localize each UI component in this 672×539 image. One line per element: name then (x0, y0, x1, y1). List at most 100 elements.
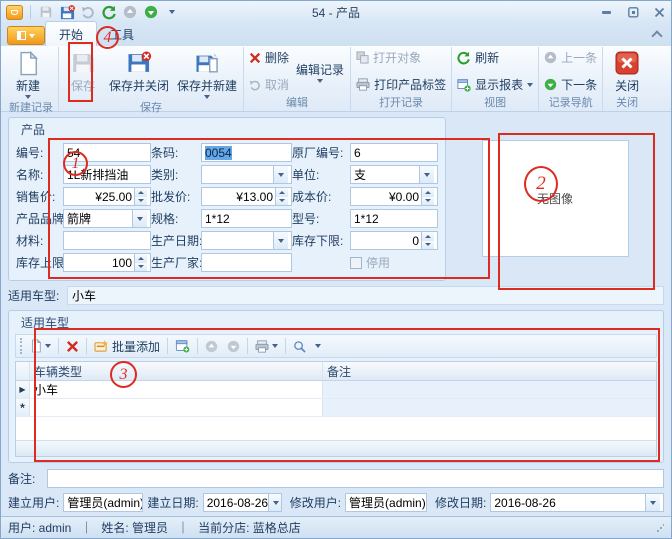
barcode-input[interactable]: 0054 (201, 143, 292, 162)
stock-min-input[interactable]: 0 (350, 231, 438, 250)
cancel-button[interactable]: 取消 (247, 75, 291, 94)
wholesale-price-label: 批发价: (151, 188, 201, 205)
form-body: 产品 编号: 54 条码: 0054 原厂编号: 6 名称: 1L新排挡油 类别… (1, 112, 671, 512)
qat-customize-icon[interactable] (164, 4, 180, 20)
brand-combobox[interactable]: 箭牌 (63, 209, 151, 228)
spinner[interactable] (275, 188, 288, 205)
undo-icon[interactable] (80, 4, 96, 20)
unit-combobox[interactable]: 支 (350, 165, 438, 184)
cell-remark[interactable] (323, 381, 656, 398)
grid-horizontal-scrollbar[interactable] (16, 440, 656, 456)
cost-price-input[interactable]: ¥0.00 (350, 187, 438, 206)
save-button[interactable]: 保存 (62, 48, 104, 99)
close-button[interactable]: 关闭 (606, 48, 648, 94)
next-record-icon[interactable] (143, 4, 159, 20)
collapse-ribbon-icon[interactable] (651, 30, 662, 41)
cell-remark[interactable] (323, 399, 656, 416)
divider (247, 338, 248, 354)
delete-button[interactable]: 删除 (247, 48, 291, 67)
status-bar: 用户: admin ｜ 姓名: 管理员 ｜ 当前分店: 蓝格总店 (1, 516, 671, 538)
cell-vehicle-type[interactable] (30, 399, 323, 416)
stock-max-label: 库存上限: (16, 254, 63, 271)
chevron-down-icon (317, 79, 323, 83)
spinner[interactable] (421, 188, 434, 205)
remark-input[interactable] (47, 469, 664, 488)
chevron-down-icon[interactable] (132, 210, 147, 227)
save-close-button[interactable]: 保存并关闭 (106, 48, 172, 99)
chevron-down-icon[interactable] (645, 494, 660, 511)
group-label: 编辑 (247, 94, 347, 112)
next-record-button[interactable]: 下一条 (542, 75, 599, 94)
select-vehicle-type-button[interactable] (173, 338, 192, 354)
delete-row-button[interactable] (64, 339, 81, 354)
modified-by-combobox[interactable]: 管理员(admin) (345, 493, 427, 512)
maximize-button[interactable] (626, 6, 640, 18)
chevron-down-icon[interactable] (268, 494, 282, 511)
show-report-button[interactable]: 显示报表 (455, 75, 535, 94)
group-label: 视图 (455, 94, 535, 112)
cell-vehicle-type[interactable]: 小车 (30, 381, 323, 398)
report-icon (457, 78, 471, 92)
modified-by-label: 修改用户: (290, 494, 341, 511)
category-combobox[interactable] (201, 165, 292, 184)
add-row-button[interactable] (28, 338, 53, 354)
print-label-button[interactable]: 打印产品标签 (354, 75, 448, 94)
resize-grip[interactable] (656, 524, 664, 532)
spinner[interactable] (421, 232, 434, 249)
column-header-remark[interactable]: 备注 (323, 362, 656, 380)
save-new-button[interactable]: 保存并新建 (174, 48, 240, 99)
spec-input[interactable]: 1*12 (201, 209, 292, 228)
oem-no-label: 原厂编号: (292, 144, 350, 161)
refresh-icon[interactable] (101, 4, 117, 20)
product-image-panel[interactable]: 无图像 (446, 117, 664, 281)
new-row[interactable]: * (16, 399, 656, 417)
sale-price-input[interactable]: ¥25.00 (63, 187, 151, 206)
prev-record-icon[interactable] (122, 4, 138, 20)
wholesale-price-input[interactable]: ¥13.00 (201, 187, 292, 206)
refresh-button[interactable]: 刷新 (455, 48, 535, 67)
stock-max-input[interactable]: 100 (63, 253, 151, 272)
column-header-vehicle-type[interactable]: 车辆类型 (30, 362, 323, 380)
open-object-button[interactable]: 打开对象 (354, 48, 448, 67)
chevron-down-icon[interactable] (419, 166, 434, 183)
oem-no-input[interactable]: 6 (350, 143, 438, 162)
applies-value-field[interactable]: 小车 (67, 286, 664, 305)
material-input[interactable] (63, 231, 151, 250)
application-menu-button[interactable] (7, 26, 45, 45)
tab-tools[interactable]: 工具 (97, 22, 147, 46)
new-button[interactable]: 新建 (7, 48, 49, 99)
app-icon[interactable] (6, 5, 23, 20)
code-input[interactable]: 54 (63, 143, 151, 162)
modified-on-combobox[interactable]: 2016-08-26 (490, 493, 664, 512)
save-icon[interactable] (38, 4, 54, 20)
move-down-button[interactable] (225, 339, 242, 354)
ribbon-group-view: 刷新 显示报表 视图 (452, 47, 539, 111)
name-input[interactable]: 1L新排挡油 (63, 165, 151, 184)
save-close-icon[interactable] (59, 4, 75, 20)
spinner[interactable] (134, 254, 147, 271)
model-input[interactable]: 1*12 (350, 209, 438, 228)
toolbar-more-button[interactable] (313, 343, 323, 349)
close-window-button[interactable] (652, 6, 666, 18)
manufacturer-input[interactable] (201, 253, 292, 272)
minimize-button[interactable] (600, 6, 614, 18)
created-on-combobox[interactable]: 2016-08-26 (203, 493, 282, 512)
table-row[interactable]: ▶ 小车 (16, 381, 656, 399)
batch-add-button[interactable]: 批量添加 (92, 337, 162, 356)
export-button[interactable] (253, 339, 280, 354)
chevron-down-icon[interactable] (273, 166, 288, 183)
chevron-down-icon[interactable] (426, 494, 427, 511)
chevron-down-icon[interactable] (273, 232, 288, 249)
prod-date-combobox[interactable] (201, 231, 292, 250)
toolbar-drag-handle[interactable] (20, 338, 23, 354)
edit-record-button[interactable]: 编辑记录 (293, 48, 347, 94)
grid-header: 车辆类型 备注 (16, 362, 656, 381)
tab-start[interactable]: 开始 (45, 21, 97, 46)
divider (30, 5, 31, 19)
prev-record-button[interactable]: 上一条 (542, 48, 599, 67)
search-button[interactable] (291, 339, 308, 354)
spinner[interactable] (134, 188, 147, 205)
created-by-combobox[interactable]: 管理员(admin) (63, 493, 143, 512)
move-up-button[interactable] (203, 339, 220, 354)
disabled-checkbox[interactable]: 停用 (350, 254, 438, 271)
